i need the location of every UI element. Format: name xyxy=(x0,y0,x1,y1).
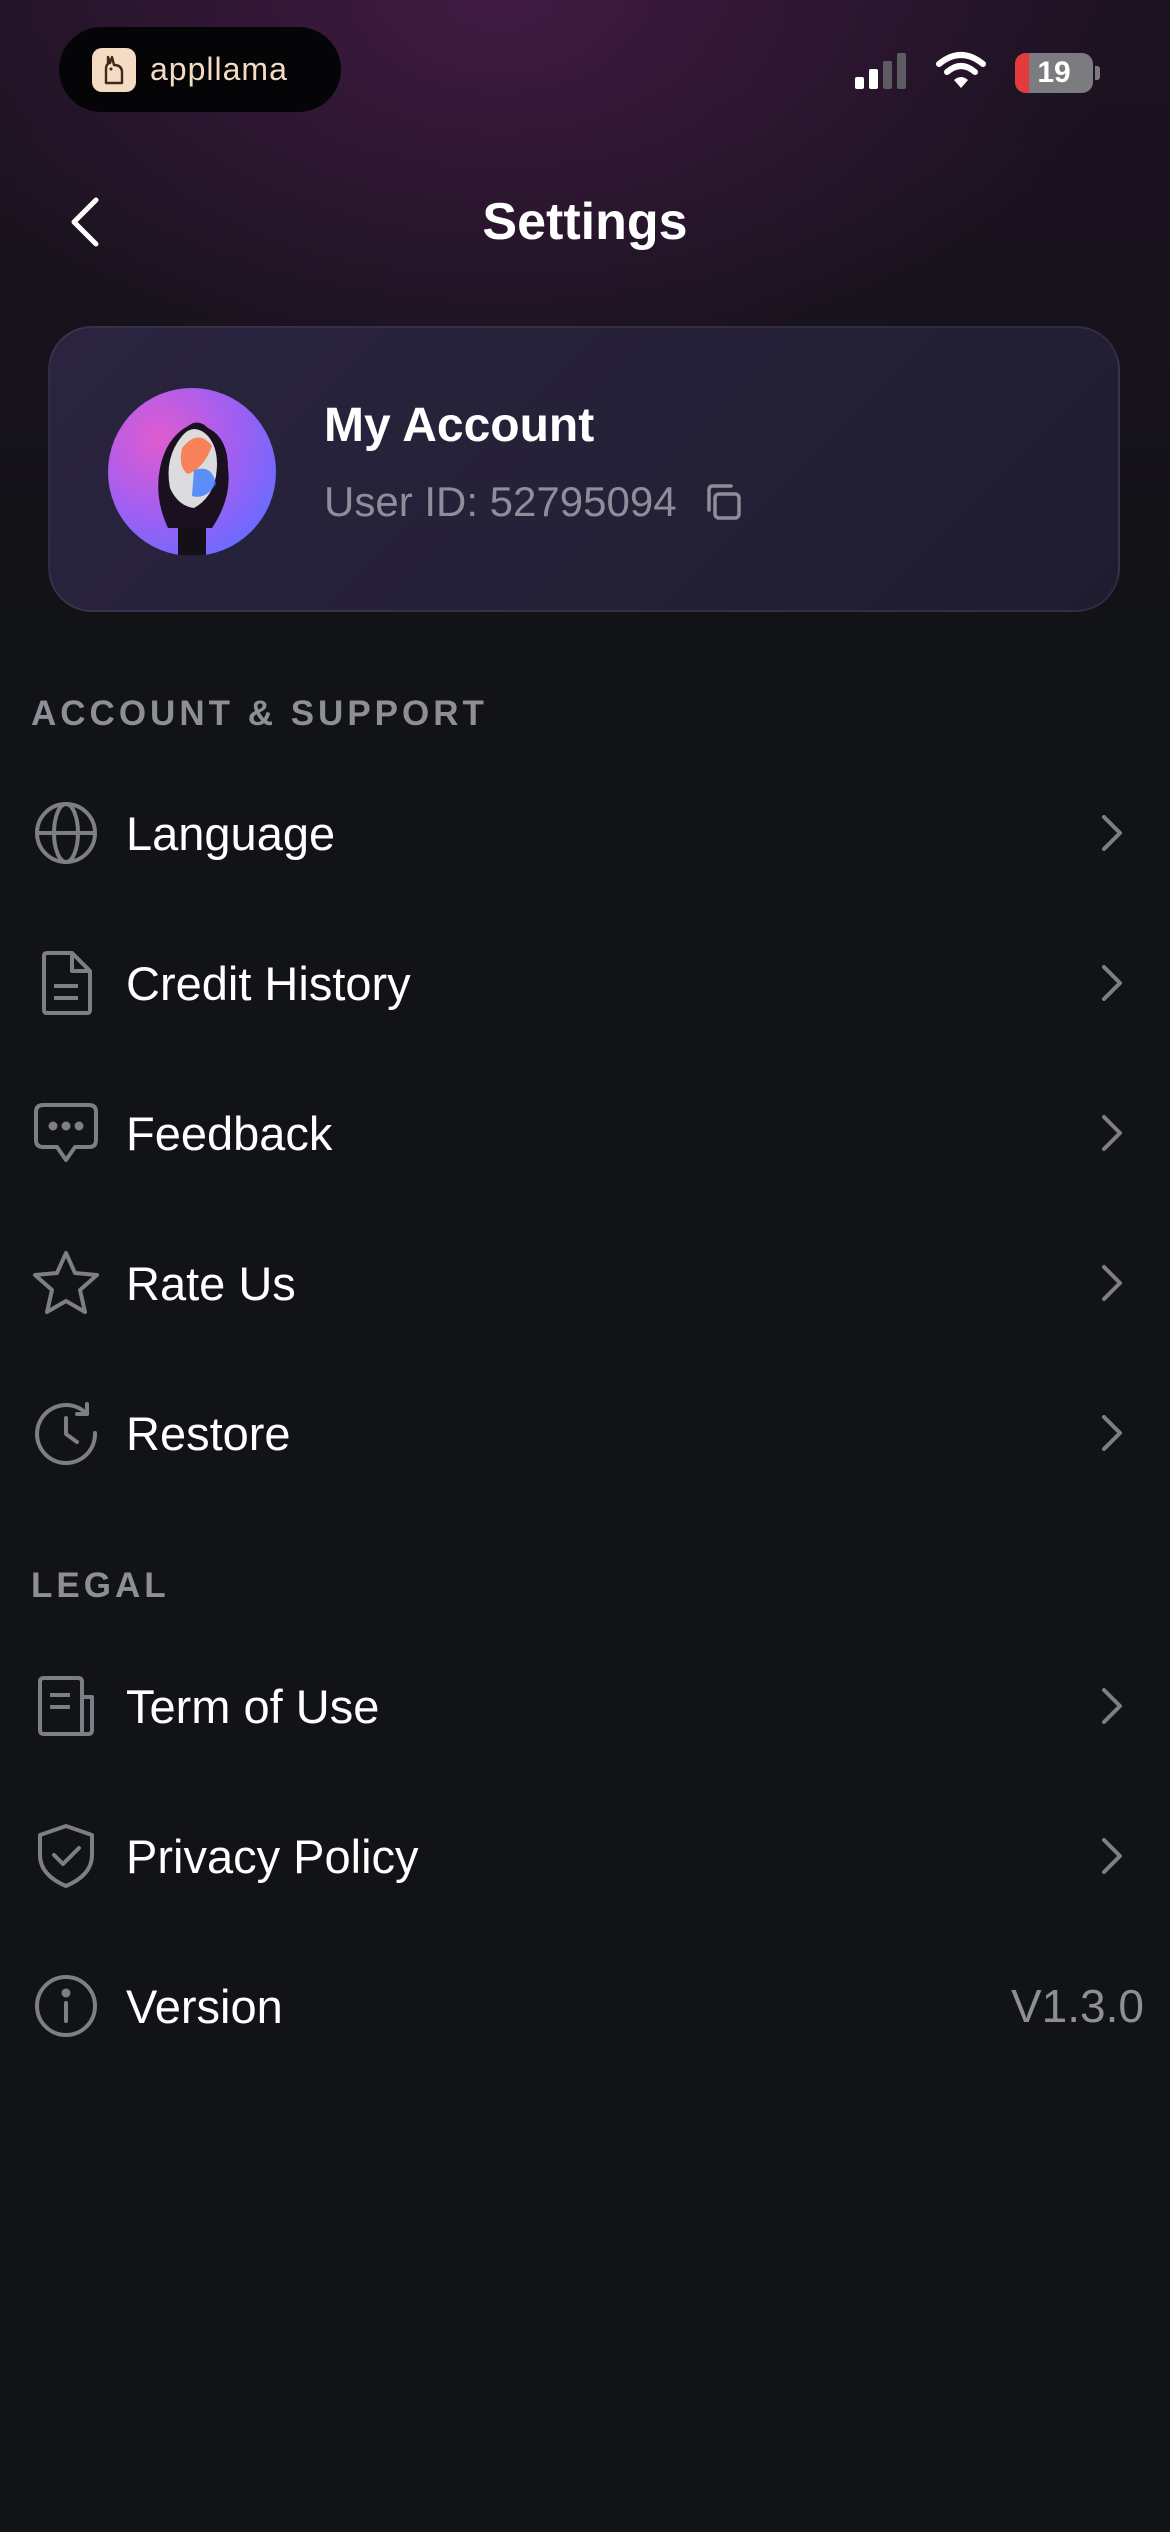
settings-row-credit-history[interactable]: Credit History xyxy=(0,923,1170,1043)
chevron-right-icon xyxy=(1092,1103,1132,1163)
chevron-right-icon xyxy=(1092,1826,1132,1886)
star-icon xyxy=(31,1248,101,1318)
settings-row-feedback[interactable]: Feedback xyxy=(0,1073,1170,1193)
app-pill: appllama xyxy=(59,27,341,112)
copy-icon[interactable] xyxy=(701,480,745,524)
settings-row-privacy-policy[interactable]: Privacy Policy xyxy=(0,1796,1170,1916)
status-indicators: 19 xyxy=(853,50,1100,95)
wifi-icon xyxy=(935,50,987,95)
row-label-version: Version xyxy=(126,1979,283,2033)
battery-level: 19 xyxy=(1037,55,1071,89)
user-id: User ID: 52795094 xyxy=(324,478,745,526)
user-id-label: User ID: 52795094 xyxy=(324,478,677,525)
document-icon xyxy=(31,948,101,1018)
chevron-right-icon xyxy=(1092,1253,1132,1313)
llama-logo-icon xyxy=(92,47,136,92)
shield-check-icon xyxy=(31,1821,101,1891)
battery-indicator: 19 xyxy=(1015,52,1093,93)
chevron-right-icon xyxy=(1092,803,1132,863)
row-label-rate-us: Rate Us xyxy=(126,1256,296,1310)
chat-bubble-icon xyxy=(31,1098,101,1168)
globe-icon xyxy=(31,798,101,868)
settings-row-rate-us[interactable]: Rate Us xyxy=(0,1223,1170,1343)
settings-row-restore[interactable]: Restore xyxy=(0,1373,1170,1493)
app-pill-label: appllama xyxy=(150,51,288,87)
settings-row-terms-of-use[interactable]: Term of Use xyxy=(0,1646,1170,1766)
chevron-right-icon xyxy=(1092,1403,1132,1463)
settings-row-version: Version V1.3.0 xyxy=(0,1946,1170,2066)
row-label-credit-history: Credit History xyxy=(126,956,411,1010)
row-label-privacy-policy: Privacy Policy xyxy=(126,1829,419,1883)
cellular-signal-icon xyxy=(853,51,909,94)
section-header-legal: LEGAL xyxy=(31,1566,170,1605)
account-card[interactable]: My Account User ID: 52795094 xyxy=(48,326,1120,612)
chevron-right-icon xyxy=(1092,953,1132,1013)
row-label-terms-of-use: Term of Use xyxy=(126,1679,380,1733)
avatar xyxy=(108,388,276,556)
battery-tip xyxy=(1095,65,1100,80)
info-icon xyxy=(31,1971,101,2041)
row-label-feedback: Feedback xyxy=(126,1106,333,1160)
settings-row-language[interactable]: Language xyxy=(0,773,1170,893)
section-header-account-support: ACCOUNT & SUPPORT xyxy=(31,694,488,733)
version-value: V1.3.0 xyxy=(1011,1980,1144,2032)
restore-clock-icon xyxy=(31,1398,101,1468)
row-label-restore: Restore xyxy=(126,1406,291,1460)
page-title: Settings xyxy=(482,193,688,251)
chevron-right-icon xyxy=(1092,1676,1132,1736)
row-label-language: Language xyxy=(126,806,336,860)
account-name: My Account xyxy=(324,399,595,452)
terms-document-icon xyxy=(31,1671,101,1741)
